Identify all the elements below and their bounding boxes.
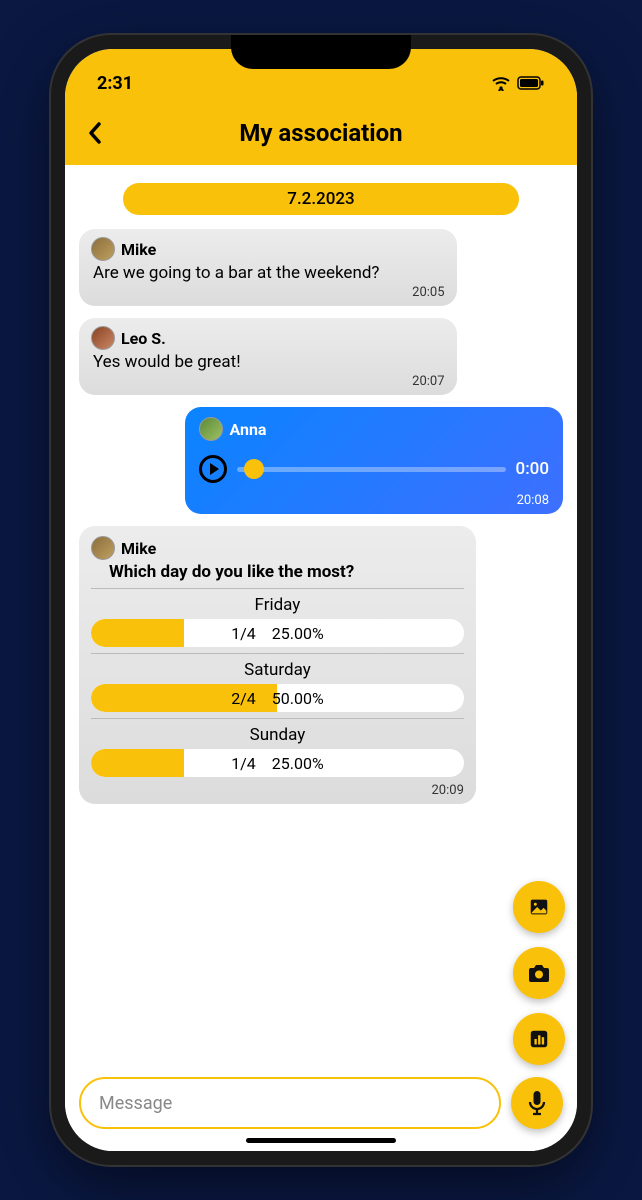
sender-name: Mike xyxy=(121,240,156,259)
poll-count: 2/4 xyxy=(231,689,256,708)
home-indicator[interactable] xyxy=(246,1138,396,1143)
poll-bar: 1/4 25.00% xyxy=(91,619,464,647)
message-time: 20:07 xyxy=(91,374,445,389)
phone-screen: 2:31 My association 7.2.2023 Mike Are we… xyxy=(65,49,577,1151)
sender-name: Anna xyxy=(229,420,266,439)
input-row: Message xyxy=(79,1077,563,1129)
sender-name: Mike xyxy=(121,539,156,558)
poll-option[interactable]: Friday 1/4 25.00% xyxy=(91,588,464,647)
poll-pct: 25.00% xyxy=(272,624,324,643)
camera-button[interactable] xyxy=(513,947,565,999)
avatar xyxy=(91,536,115,560)
message-time: 20:05 xyxy=(91,285,445,300)
sender-name: Leo S. xyxy=(121,329,166,348)
poll-option-label: Saturday xyxy=(91,660,464,680)
chat-header: My association xyxy=(65,103,577,165)
back-button[interactable] xyxy=(87,121,103,145)
poll-count: 1/4 xyxy=(231,624,256,643)
avatar xyxy=(199,417,223,441)
poll-bubble[interactable]: Mike Which day do you like the most? Fri… xyxy=(79,526,476,804)
date-separator: 7.2.2023 xyxy=(123,183,520,215)
voice-track[interactable] xyxy=(237,467,505,472)
poll-question: Which day do you like the most? xyxy=(91,562,464,582)
message-time: 20:09 xyxy=(91,783,464,798)
avatar xyxy=(91,237,115,261)
poll-pct: 25.00% xyxy=(272,754,324,773)
avatar xyxy=(91,326,115,350)
chat-body[interactable]: 7.2.2023 Mike Are we going to a bar at t… xyxy=(65,165,577,1151)
phone-frame: 2:31 My association 7.2.2023 Mike Are we… xyxy=(51,35,591,1165)
voice-message-bubble[interactable]: Anna 0:00 20:08 xyxy=(185,407,563,514)
image-button[interactable] xyxy=(513,881,565,933)
play-icon xyxy=(210,463,219,475)
voice-duration: 0:00 xyxy=(516,459,549,479)
camera-icon xyxy=(527,962,551,984)
play-button[interactable] xyxy=(199,455,227,483)
page-title: My association xyxy=(85,119,557,147)
poll-pct: 50.00% xyxy=(272,689,324,708)
message-placeholder: Message xyxy=(99,1093,172,1114)
poll-option-label: Sunday xyxy=(91,725,464,745)
notch xyxy=(231,35,411,69)
bar-chart-icon xyxy=(528,1028,550,1050)
voice-thumb[interactable] xyxy=(244,459,264,479)
poll-option-label: Friday xyxy=(91,595,464,615)
poll-count: 1/4 xyxy=(231,754,256,773)
status-icons xyxy=(491,76,545,91)
status-time: 2:31 xyxy=(97,73,133,94)
message-bubble[interactable]: Mike Are we going to a bar at the weeken… xyxy=(79,229,457,306)
image-icon xyxy=(528,896,550,918)
message-bubble[interactable]: Leo S. Yes would be great! 20:07 xyxy=(79,318,457,395)
chevron-left-icon xyxy=(87,121,103,145)
poll-button[interactable] xyxy=(513,1013,565,1065)
poll-option[interactable]: Saturday 2/4 50.00% xyxy=(91,653,464,712)
poll-bar: 2/4 50.00% xyxy=(91,684,464,712)
mic-button[interactable] xyxy=(511,1077,563,1129)
message-text: Are we going to a bar at the weekend? xyxy=(91,263,445,283)
message-text: Yes would be great! xyxy=(91,352,445,372)
wifi-icon xyxy=(491,76,511,91)
message-time: 20:08 xyxy=(199,493,549,508)
mic-icon xyxy=(527,1090,547,1116)
battery-icon xyxy=(517,76,545,90)
poll-option[interactable]: Sunday 1/4 25.00% xyxy=(91,718,464,777)
fab-column xyxy=(513,881,565,1065)
message-input[interactable]: Message xyxy=(79,1077,501,1129)
poll-bar: 1/4 25.00% xyxy=(91,749,464,777)
